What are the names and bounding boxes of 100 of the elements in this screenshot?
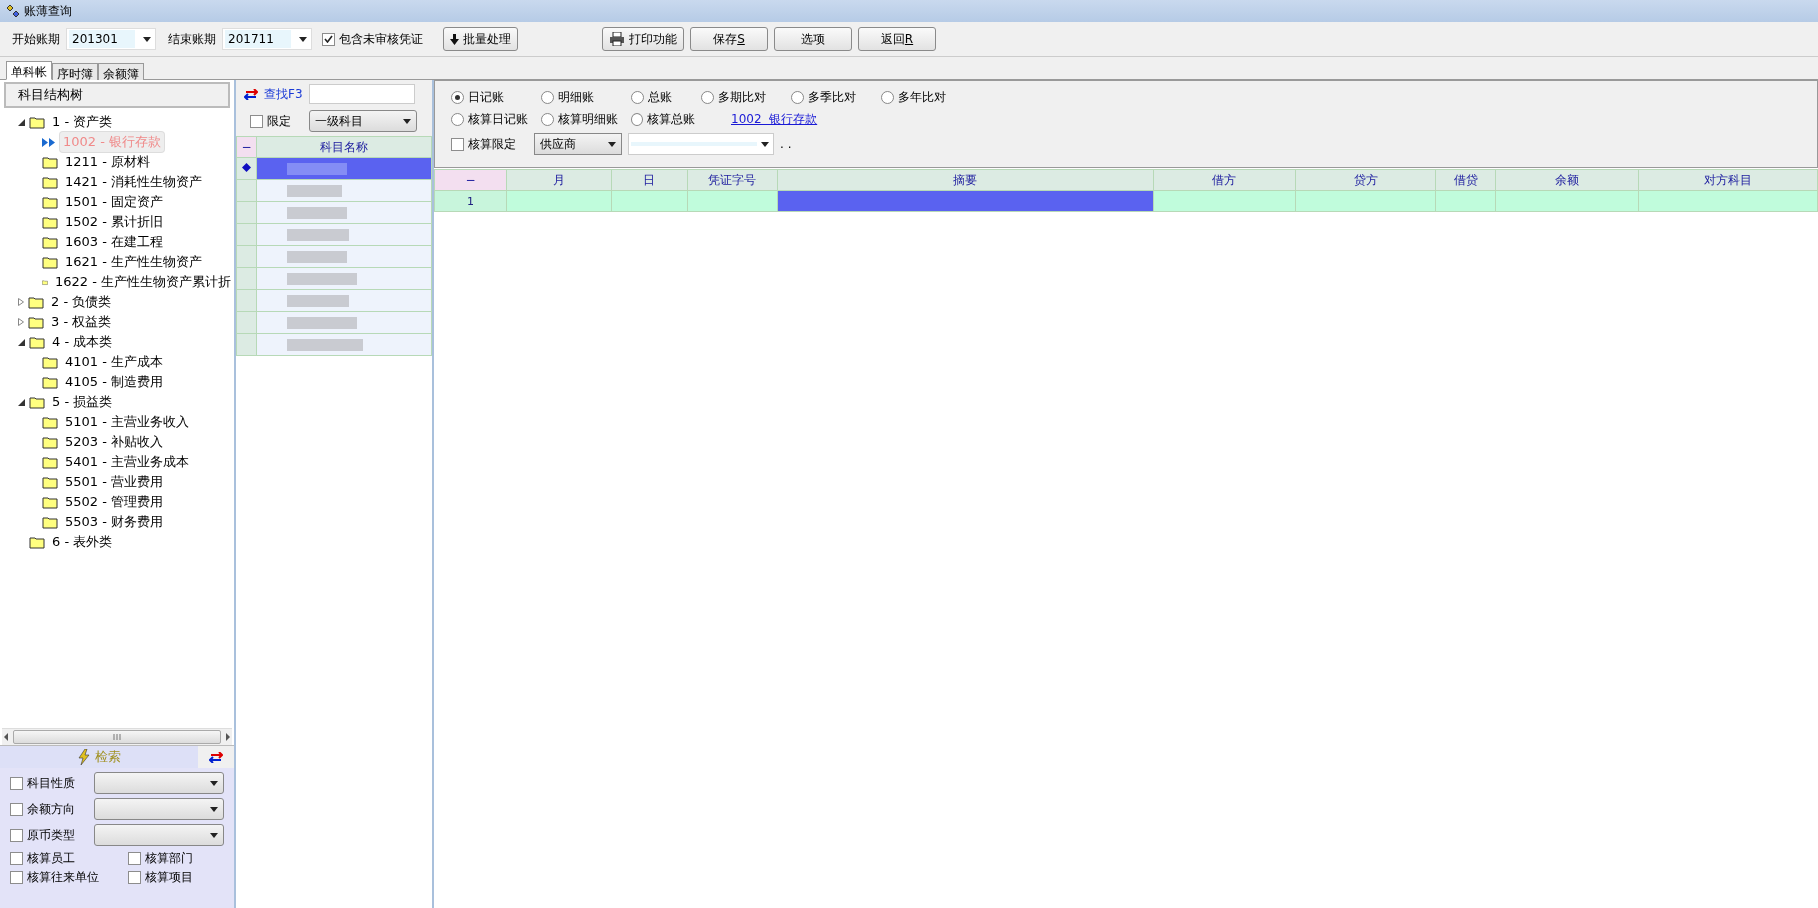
collapsed-triangle-icon[interactable]: [18, 298, 24, 306]
find-input[interactable]: [308, 84, 415, 104]
filter-select[interactable]: [94, 772, 224, 794]
folder-icon: [42, 455, 58, 469]
swap-arrows-icon[interactable]: [244, 88, 258, 100]
tab[interactable]: 余额簿: [98, 63, 144, 80]
dropdown-arrow-icon: [299, 36, 307, 42]
folder-icon: [29, 535, 45, 549]
scroll-right-icon[interactable]: [224, 733, 232, 741]
dropdown-arrow-icon: [210, 832, 218, 838]
double-arrow-icon: [42, 137, 56, 147]
tree-node[interactable]: 1501 - 固定资产: [62, 192, 167, 212]
checkbox[interactable]: [10, 776, 23, 790]
tree-node[interactable]: 5 - 损益类: [49, 392, 116, 412]
tree-node[interactable]: 5501 - 营业费用: [62, 472, 167, 492]
checkbox[interactable]: [250, 114, 263, 128]
account-link[interactable]: 1002 银行存款: [731, 111, 818, 128]
table-cell[interactable]: [777, 190, 1154, 212]
column-header: 借方: [1153, 169, 1296, 191]
expanded-triangle-icon[interactable]: [18, 338, 25, 346]
radio-option[interactable]: 多年比对: [881, 89, 965, 106]
tree-node[interactable]: 5203 - 补贴收入: [62, 432, 167, 452]
tree-header: 科目结构树: [4, 82, 230, 108]
start-period-combo[interactable]: 201301: [66, 28, 156, 50]
column-header: 余额: [1495, 169, 1639, 191]
tree-node[interactable]: 1211 - 原材料: [62, 152, 154, 172]
radio-option[interactable]: 核算日记账: [451, 111, 535, 128]
radio-option[interactable]: 明细账: [541, 89, 625, 106]
tree-node[interactable]: 4 - 成本类: [49, 332, 116, 352]
checkbox[interactable]: [10, 828, 23, 842]
tree-node[interactable]: 1421 - 消耗性生物资产: [62, 172, 206, 192]
radio-option[interactable]: 核算明细账: [541, 111, 625, 128]
filter-select[interactable]: [94, 824, 224, 846]
collapsed-triangle-icon[interactable]: [18, 318, 24, 326]
expanded-triangle-icon[interactable]: [18, 398, 25, 406]
blurred-text: [287, 162, 347, 175]
checkbox[interactable]: [322, 32, 335, 46]
blurred-text: [287, 316, 357, 329]
tree-node[interactable]: 2 - 负债类: [48, 292, 115, 312]
checkbox[interactable]: [128, 871, 141, 884]
down-arrow-icon: [450, 33, 459, 45]
tree-node[interactable]: 1621 - 生产性生物资产: [62, 252, 206, 272]
print-button[interactable]: 打印功能: [602, 27, 684, 51]
toolbar-button[interactable]: 保存S: [690, 27, 768, 51]
tree-node[interactable]: 3 - 权益类: [48, 312, 115, 332]
checkbox[interactable]: [10, 802, 23, 816]
filter-label: 核算往来单位: [27, 869, 99, 886]
row-number: 1: [434, 190, 507, 212]
folder-icon: [42, 475, 58, 489]
checkbox[interactable]: [10, 871, 23, 884]
end-period-combo[interactable]: 201711: [222, 28, 312, 50]
batch-process-button[interactable]: 批量处理: [443, 27, 518, 51]
tree-node[interactable]: 5502 - 管理费用: [62, 492, 167, 512]
radio-option[interactable]: 多期比对: [701, 89, 785, 106]
dropdown-arrow-icon: [210, 780, 218, 786]
filter-select[interactable]: [94, 798, 224, 820]
swap-arrows-icon[interactable]: [209, 751, 223, 763]
ellipsis-text: . .: [780, 137, 792, 151]
tree-node[interactable]: 5401 - 主营业务成本: [62, 452, 193, 472]
tree-node[interactable]: 5101 - 主营业务收入: [62, 412, 193, 432]
window-title: 账薄查询: [24, 2, 72, 20]
checkbox[interactable]: [10, 852, 23, 865]
toolbar-button[interactable]: 选项: [774, 27, 852, 51]
folder-icon: [29, 335, 45, 349]
printer-icon: [609, 32, 625, 46]
tree-node[interactable]: 6 - 表外类: [49, 532, 116, 552]
radio-option[interactable]: 日记账: [451, 89, 535, 106]
calc-type-select[interactable]: 供应商: [534, 133, 622, 155]
radio-option[interactable]: 核算总账: [631, 111, 695, 128]
radio-option[interactable]: 多季比对: [791, 89, 875, 106]
tab[interactable]: 单科帐: [6, 61, 52, 80]
folder-icon: [29, 395, 45, 409]
toolbar-button[interactable]: 返回R: [858, 27, 936, 51]
folder-icon: [42, 215, 58, 229]
tree-node[interactable]: 4101 - 生产成本: [62, 352, 167, 372]
tree-node[interactable]: 4105 - 制造费用: [62, 372, 167, 392]
folder-icon: [42, 255, 58, 269]
filter-label: 核算项目: [145, 869, 193, 886]
end-period-label: 结束账期: [168, 30, 216, 48]
column-header: 贷方: [1295, 169, 1436, 191]
checkbox[interactable]: [451, 137, 464, 151]
filter-label: 核算部门: [145, 850, 193, 867]
scroll-left-icon[interactable]: [2, 733, 10, 741]
level-select[interactable]: 一级科目: [309, 110, 417, 132]
tree-node[interactable]: 1502 - 累计折旧: [62, 212, 167, 232]
expanded-triangle-icon[interactable]: [18, 118, 25, 126]
tree-node[interactable]: 5503 - 财务费用: [62, 512, 167, 532]
filter-label: 原币类型: [27, 826, 75, 844]
filter-label: 科目性质: [27, 774, 75, 792]
blurred-text: [287, 228, 349, 241]
find-link[interactable]: 查找F3: [264, 85, 303, 103]
checkbox[interactable]: [128, 852, 141, 865]
corner-cell: −: [236, 136, 257, 158]
radio-option[interactable]: 总账: [631, 89, 695, 106]
diamond-icon: [242, 163, 251, 172]
tree-node[interactable]: 1603 - 在建工程: [62, 232, 167, 252]
tree-node[interactable]: 1622 - 生产性生物资产累计折: [51, 272, 234, 292]
tree-node[interactable]: 1 - 资产类: [49, 112, 116, 132]
tab[interactable]: 序时簿: [52, 63, 98, 80]
scrollbar-thumb[interactable]: [13, 730, 221, 744]
